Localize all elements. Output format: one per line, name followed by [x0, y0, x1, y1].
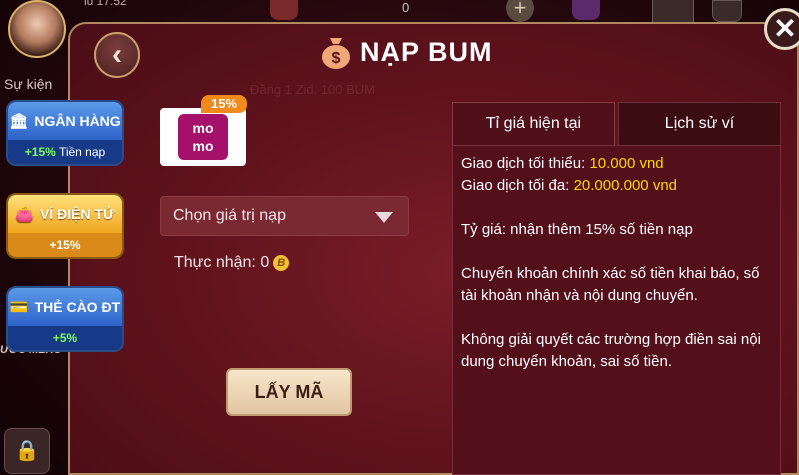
card-icon: 💳 — [9, 299, 29, 316]
momo-logo: mo mo — [178, 114, 228, 160]
lock-icon[interactable]: 🔒 — [4, 428, 50, 474]
momo-option[interactable]: mo mo — [160, 108, 246, 166]
bank-icon: 🏛 — [9, 113, 29, 130]
back-button[interactable]: ‹ — [94, 32, 140, 78]
add-coin-button[interactable]: + — [506, 0, 534, 22]
tab-current-rate[interactable]: Tỉ giá hiện tại — [452, 102, 615, 146]
min-label: Giao dịch tối thiểu: — [461, 155, 590, 172]
money-bag-icon: $ — [320, 34, 352, 70]
receive-amount: Thực nhận: 0 B — [174, 254, 290, 272]
method-bank-label: NGÂN HÀNG — [34, 113, 121, 129]
dialog-watermark: Đăng 1 Zid. 100 BUM — [250, 82, 376, 97]
amount-select-text: Chọn giá trị nạp — [173, 207, 286, 224]
method-card-bonus: +5% — [52, 331, 78, 345]
top-label: lu 17:52 — [84, 0, 127, 8]
method-card-button[interactable]: 💳 THẺ CÀO ĐT +5% — [6, 286, 124, 352]
method-ewallet-button[interactable]: 👛 VÍ ĐIỆN TỬ +15% — [6, 193, 124, 259]
method-card-label: THẺ CÀO ĐT — [34, 299, 121, 315]
wallet-icon: 👛 — [15, 206, 35, 223]
rate-text: Tỷ giá: nhận thêm 15% số tiền nạp — [461, 221, 693, 238]
amount-select[interactable]: Chọn giá trị nạp — [160, 196, 409, 236]
min-value: 10.000 vnd — [589, 155, 664, 172]
info-panel: Giao dịch tối thiểu: 10.000 vnd Giao dịc… — [452, 145, 781, 475]
method-ewallet-bonus: +15% — [49, 238, 81, 252]
instructions-text: Chuyển khoản chính xác số tiền khai báo,… — [461, 265, 760, 304]
receive-label: Thực nhận: 0 — [174, 254, 270, 271]
menu-icon[interactable] — [712, 0, 742, 22]
method-bank-bonus-suffix: Tiền nạp — [58, 145, 106, 159]
dialog-title: NẠP BUM — [360, 36, 493, 67]
method-bank-bonus: +15% — [24, 145, 56, 159]
mail-icon[interactable] — [652, 0, 694, 24]
get-code-button[interactable]: LẤY MÃ — [226, 368, 352, 416]
close-button[interactable]: ✕ — [764, 8, 799, 50]
svg-text:$: $ — [332, 50, 341, 67]
method-bank-button[interactable]: 🏛 NGÂN HÀNG +15% Tiền nạp — [6, 100, 124, 166]
coin-count: 0 — [402, 0, 410, 15]
chevron-down-icon — [375, 212, 393, 223]
method-ewallet-label: VÍ ĐIỆN TỬ — [40, 206, 115, 222]
vip-icon — [572, 0, 600, 20]
brand-icon — [270, 0, 298, 20]
max-label: Giao dịch tối đa: — [461, 177, 574, 194]
tab-wallet-history[interactable]: Lịch sử ví — [618, 102, 781, 146]
dialog-header: $ NẠP BUM — [320, 32, 493, 72]
coin-icon: B — [273, 255, 290, 271]
warning-text: Không giải quyết các trường hợp điền sai… — [461, 331, 761, 370]
avatar[interactable] — [8, 0, 66, 58]
momo-bonus-badge: 15% — [201, 95, 247, 113]
event-label[interactable]: Sự kiện — [4, 76, 52, 92]
max-value: 20.000.000 vnd — [573, 177, 678, 194]
